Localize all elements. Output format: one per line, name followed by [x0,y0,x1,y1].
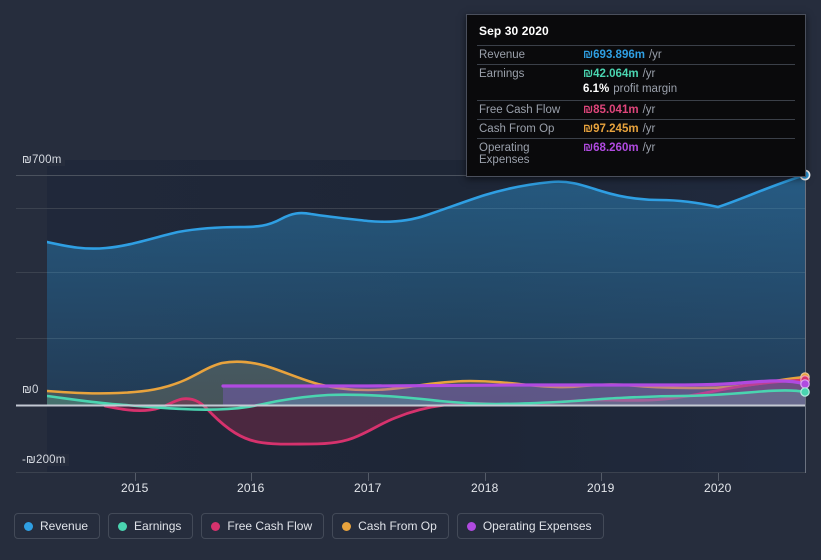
revenue-earnings-chart-page: ₪700m ₪0 -₪200m 2015 2016 2017 2018 2019… [0,0,821,560]
tooltip-value-operating-expenses: ₪68.260m [583,142,639,154]
legend-label-operating-expenses: Operating Expenses [482,519,592,533]
tooltip-row-cash-from-op: Cash From Op ₪97.245m /yr [477,119,795,138]
endpoint-marker-earnings [800,387,810,397]
tooltip-date: Sep 30 2020 [479,24,549,38]
tooltip-label-operating-expenses: Operating Expenses [479,142,530,166]
legend-label-free-cash-flow: Free Cash Flow [227,519,313,533]
tooltip-row-free-cash-flow: Free Cash Flow ₪85.041m /yr [477,100,795,119]
tooltip-unit-free-cash-flow: /yr [642,104,656,116]
legend-item-revenue[interactable]: Revenue [14,513,101,539]
tooltip-unit-revenue: /yr [648,49,662,61]
tooltip-unit-operating-expenses: /yr [642,142,656,154]
tooltip-value-cash-from-op: ₪97.245m [583,123,639,135]
tooltip-value-profit-margin: 6.1% [583,83,610,95]
tooltip-row-operating-expenses: Operating Expenses ₪68.260m /yr [477,138,795,169]
x-axis-ticks [135,473,719,481]
legend-dot-free-cash-flow-icon [211,521,221,531]
legend-item-cash-from-op[interactable]: Cash From Op [332,513,449,539]
legend-label-revenue: Revenue [40,519,89,533]
tooltip-value-earnings: ₪42.064m [583,68,639,80]
legend-dot-revenue-icon [24,521,33,531]
tooltip-row-profit-margin: 6.1% profit margin [477,83,795,100]
legend-label-earnings: Earnings [134,519,182,533]
tooltip-label-free-cash-flow: Free Cash Flow [479,104,561,116]
legend-item-operating-expenses[interactable]: Operating Expenses [456,513,604,539]
tooltip-label-revenue: Revenue [479,49,526,61]
chart-legend: Revenue Earnings Free Cash Flow Cash Fro… [14,513,604,539]
tooltip-label-earnings: Earnings [479,68,525,80]
legend-label-cash-from-op: Cash From Op [358,519,437,533]
tooltip-text-profit-margin: profit margin [613,83,678,95]
legend-item-free-cash-flow[interactable]: Free Cash Flow [201,513,325,539]
tooltip-row-revenue: Revenue ₪693.896m /yr [477,45,795,64]
tooltip-value-free-cash-flow: ₪85.041m [583,104,639,116]
legend-dot-earnings-icon [118,521,128,531]
legend-dot-cash-from-op-icon [342,521,352,531]
legend-item-earnings[interactable]: Earnings [108,513,194,539]
tooltip-unit-earnings: /yr [642,68,656,80]
tooltip-label-cash-from-op: Cash From Op [479,123,555,135]
tooltip-row-earnings: Earnings ₪42.064m /yr [477,64,795,83]
tooltip-unit-cash-from-op: /yr [642,123,656,135]
endpoint-marker-operating-expenses [800,379,810,389]
tooltip-value-revenue: ₪693.896m [583,49,645,61]
chart-tooltip: Sep 30 2020 Revenue ₪693.896m /yr Earnin… [466,14,806,177]
legend-dot-operating-expenses-icon [466,521,476,531]
